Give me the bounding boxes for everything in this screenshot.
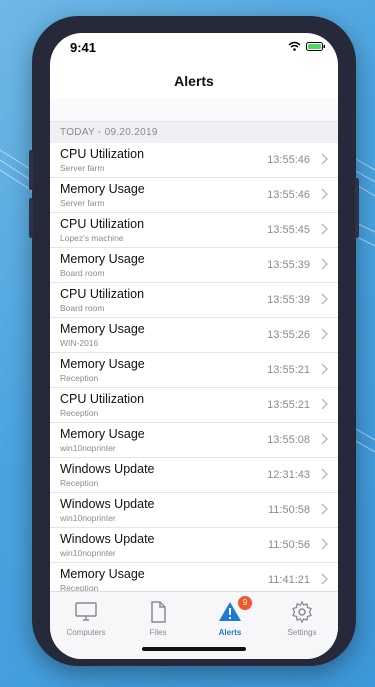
alert-time: 13:55:08 [267,434,310,446]
chevron-right-icon [321,223,328,235]
alert-title: Windows Update [60,462,155,476]
alert-row[interactable]: Memory Usage Server farm 13:55:46 [50,178,338,213]
alert-time: 11:50:58 [267,504,310,516]
alert-row[interactable]: Memory Usage Reception 13:55:21 [50,353,338,388]
alert-time: 13:55:39 [267,294,310,306]
alert-source: Board room [60,303,105,313]
battery-icon [306,42,325,51]
section-header: TODAY - 09.20.2019 [50,121,338,144]
phone-side-button [29,150,33,190]
alert-row[interactable]: Memory Usage WIN-2016 13:55:26 [50,318,338,353]
chevron-right-icon [321,503,328,515]
tab-files[interactable]: Files [122,592,194,642]
alert-time: 13:55:26 [267,329,310,341]
alerts-list: CPU Utilization Server farm 13:55:46 Memory… [50,143,338,593]
alert-source: win10noprinter [60,513,116,523]
alert-source: Board room [60,268,105,278]
gear-icon [292,600,312,624]
alert-row[interactable]: CPU Utilization Reception 13:55:21 [50,388,338,423]
alert-title: Memory Usage [60,357,145,371]
chevron-right-icon [321,153,328,165]
alert-source: Server farm [60,198,105,208]
alert-time: 11:50:56 [267,539,310,551]
alert-source: Reception [60,408,99,418]
tab-label: Files [149,628,167,637]
monitor-icon [75,602,97,621]
status-time: 9:41 [70,40,97,55]
alert-time: 13:55:39 [267,259,310,271]
alert-time: 13:55:21 [267,399,310,411]
alert-row[interactable]: Windows Update Reception 12:31:43 [50,458,338,493]
alert-time: 13:55:45 [267,224,310,236]
home-indicator [142,647,246,651]
alert-title: CPU Utilization [60,392,145,406]
chevron-right-icon [321,188,328,200]
alert-row[interactable]: CPU Utilization Board room 13:55:39 [50,283,338,318]
tab-label: Settings [287,628,317,637]
alert-time: 13:55:46 [267,154,310,166]
alert-time: 12:31:43 [267,469,310,481]
alert-title: CPU Utilization [60,147,145,161]
alert-title: Windows Update [60,497,155,511]
alert-source: win10noprinter [60,548,116,558]
alerts-badge: 9 [238,596,252,610]
alert-row[interactable]: Memory Usage Reception 11:41:21 [50,563,338,593]
alert-row[interactable]: CPU Utilization Server farm 13:55:46 [50,143,338,178]
alert-title: Memory Usage [60,322,145,336]
alert-source: Server farm [60,163,105,173]
status-bar: 9:41 [50,33,338,61]
app-screen: 9:41 Alerts TODAY - 09.20.2019 CPU Utili… [50,33,338,659]
alert-time: 13:55:46 [267,189,310,201]
phone-side-button [355,178,359,238]
chevron-right-icon [321,363,328,375]
alert-title: Memory Usage [60,427,145,441]
phone-side-button [29,198,33,238]
alert-title: Windows Update [60,532,155,546]
alert-row[interactable]: Memory Usage win10noprinter 13:55:08 [50,423,338,458]
alert-title: Memory Usage [60,567,145,581]
tab-settings[interactable]: Settings [266,592,338,642]
nav-separator [50,99,338,121]
chevron-right-icon [321,398,328,410]
tab-computers[interactable]: Computers [50,592,122,642]
tab-alerts[interactable]: 9 Alerts [194,592,266,642]
alert-row[interactable]: Windows Update win10noprinter 11:50:56 [50,528,338,563]
alert-time: 11:41:21 [267,574,310,586]
chevron-right-icon [321,293,328,305]
alert-source: WIN-2016 [60,338,99,348]
page-title: Alerts [174,73,214,89]
alert-row[interactable]: CPU Utilization Lopez's machine 13:55:45 [50,213,338,248]
file-icon [151,601,166,623]
tab-label: Alerts [218,628,242,637]
alert-source: Lopez's machine [60,233,124,243]
chevron-right-icon [321,538,328,550]
alert-title: CPU Utilization [60,217,145,231]
alert-title: CPU Utilization [60,287,145,301]
chevron-right-icon [321,573,328,585]
alert-source: win10noprinter [60,443,116,453]
chevron-right-icon [321,258,328,270]
chevron-right-icon [321,328,328,340]
section-date-label: TODAY - 09.20.2019 [60,127,158,138]
tab-label: Computers [66,628,106,637]
wifi-icon [288,41,301,51]
alert-row[interactable]: Memory Usage Board room 13:55:39 [50,248,338,283]
alert-source: Reception [60,478,99,488]
alert-title: Memory Usage [60,252,145,266]
alert-row[interactable]: Windows Update win10noprinter 11:50:58 [50,493,338,528]
chevron-right-icon [321,433,328,445]
alert-time: 13:55:21 [267,364,310,376]
chevron-right-icon [321,468,328,480]
alert-title: Memory Usage [60,182,145,196]
alert-source: Reception [60,373,99,383]
